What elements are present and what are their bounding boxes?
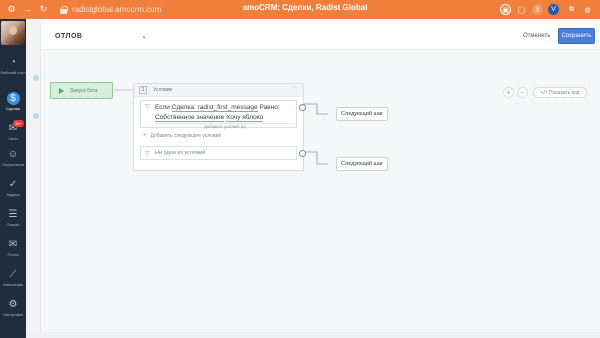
customers-icon: ☺ — [7, 148, 19, 160]
fallback-rule[interactable]: ▽ Ни одна из условий — [140, 146, 306, 160]
start-bot-node[interactable]: Запуск бота — [50, 82, 113, 99]
sidebar-item-label: Аналитика — [3, 282, 23, 287]
filter-icon: ▽ — [145, 151, 150, 157]
profile-icon[interactable]: ◍ — [582, 4, 593, 15]
condition-block[interactable]: 1 Условие ··· ▽ Если Сделка: radist_firs… — [133, 83, 306, 171]
filter-icon: ▽ — [145, 104, 150, 110]
mail-icon: ✉ — [8, 238, 18, 250]
add-next-condition-label: Добавить следующее условие — [150, 133, 222, 139]
sidebar-item-label: Рабочий стол — [0, 70, 26, 75]
play-icon — [59, 87, 64, 94]
background-deals-strip — [26, 19, 40, 338]
reload-icon[interactable]: ↻ — [38, 4, 49, 15]
save-button[interactable]: Сохранить — [558, 28, 595, 44]
copy-icon[interactable]: ⧉ — [566, 4, 577, 15]
bottom-scroll-area — [26, 332, 600, 338]
url-text: radistglobal.amocrm.com — [72, 5, 162, 14]
sidebar-item-label: Покупатели — [2, 162, 24, 167]
background-dot — [33, 75, 39, 81]
window-title: amoCRM: Сделки, Radist Global — [242, 3, 368, 12]
unread-badge: 99+ — [13, 120, 24, 127]
next-step-node[interactable]: Следующий шаг — [336, 157, 388, 171]
sidebar-item-analytics[interactable]: ⟋ Аналитика — [0, 265, 26, 295]
analytics-icon: ⟋ — [9, 268, 17, 280]
more-options-icon[interactable]: ··· — [292, 85, 298, 91]
zoom-out-button[interactable]: − — [517, 87, 528, 98]
fallback-rule-label: Ни одна из условий — [155, 150, 206, 156]
add-and-condition-link[interactable]: Добавить условие (и) — [155, 123, 295, 129]
sidebar-item-label: Списки — [6, 222, 20, 227]
extension-circle-icon[interactable]: ◯ — [516, 4, 527, 15]
flow-canvas[interactable]: + − </> Показать код — [41, 51, 600, 338]
chevron-down-icon: ⌄ — [141, 33, 147, 40]
output-port[interactable] — [299, 150, 306, 157]
lock-icon — [60, 5, 68, 14]
pipeline-select-value: ОТЛОВ — [55, 32, 83, 40]
editor-header: ОТЛОВ ⌄ Отменить Сохранить — [41, 23, 600, 50]
sidebar-item-tasks[interactable]: ✓ Задачи — [0, 175, 26, 205]
add-next-condition-button[interactable]: + Добавить следующее условие — [143, 133, 221, 139]
condition-rule-text: Если Сделка: radist_first_message Равно:… — [155, 104, 280, 122]
condition-value[interactable]: Хочу яблоко — [226, 114, 264, 122]
condition-title: Условие — [153, 87, 173, 93]
settings-icon: ⚙ — [8, 298, 18, 310]
condition-operator[interactable]: Равно: — [259, 104, 279, 111]
sidebar-item-label: Почта — [7, 252, 19, 257]
sidebar-item-deals[interactable]: $ Сделки — [0, 89, 26, 119]
show-code-button[interactable]: </> Показать код — [533, 87, 587, 98]
sidebar-item-lists[interactable]: ☰ Списки — [0, 205, 26, 235]
forward-icon[interactable]: → — [22, 4, 33, 15]
browser-toolbar: ⚙ → ↻ radistglobal.amocrm.com amoCRM: Сд… — [0, 0, 600, 19]
deals-icon: $ — [6, 92, 20, 105]
user-avatar[interactable] — [1, 21, 25, 45]
start-bot-label: Запуск бота — [70, 87, 98, 94]
sidebar-item-label: Чаты — [8, 136, 18, 141]
sidebar-item-settings[interactable]: ⚙ Настройки — [0, 295, 26, 325]
vpn-icon[interactable]: V — [548, 4, 559, 15]
speedometer-icon: ◔ — [9, 56, 17, 68]
settings-gear-icon[interactable]: ⚙ — [6, 4, 17, 15]
condition-header: 1 Условие ··· — [134, 84, 303, 97]
sidebar-item-label: Сделки — [6, 106, 20, 111]
cancel-button[interactable]: Отменить — [523, 29, 550, 43]
tasks-icon: ✓ — [8, 178, 18, 190]
share-icon[interactable]: ⇪ — [532, 4, 543, 15]
sidebar-item-customers[interactable]: ☺ Покупатели — [0, 145, 26, 175]
condition-value-type[interactable]: Собственное значение — [155, 114, 225, 122]
condition-number: 1 — [139, 86, 147, 94]
sidebar-item-label: Задачи — [6, 192, 20, 197]
next-step-node[interactable]: Следующий шаг — [336, 107, 388, 121]
address-bar[interactable]: radistglobal.amocrm.com — [60, 3, 161, 16]
extension-square-icon[interactable]: ▣ — [500, 4, 511, 15]
main-sidebar: ◔ Рабочий стол $ Сделки ✉ 99+ Чаты ☺ Пок… — [0, 19, 26, 338]
pipeline-select[interactable]: ОТЛОВ ⌄ — [51, 27, 151, 45]
background-dot — [33, 113, 39, 119]
sidebar-item-mail[interactable]: ✉ Почта — [0, 235, 26, 265]
lists-icon: ☰ — [8, 208, 18, 220]
condition-field[interactable]: Сделка: radist_first_message — [171, 104, 258, 112]
condition-rule[interactable]: ▽ Если Сделка: radist_first_message Равн… — [140, 100, 306, 129]
sidebar-item-dashboard[interactable]: ◔ Рабочий стол — [0, 53, 26, 83]
sidebar-item-label: Настройки — [3, 312, 23, 317]
bot-editor-panel: ОТЛОВ ⌄ Отменить Сохранить + − </> Показ… — [40, 23, 600, 338]
zoom-in-button[interactable]: + — [503, 87, 514, 98]
output-port[interactable] — [299, 104, 306, 111]
plus-icon: + — [143, 133, 147, 139]
